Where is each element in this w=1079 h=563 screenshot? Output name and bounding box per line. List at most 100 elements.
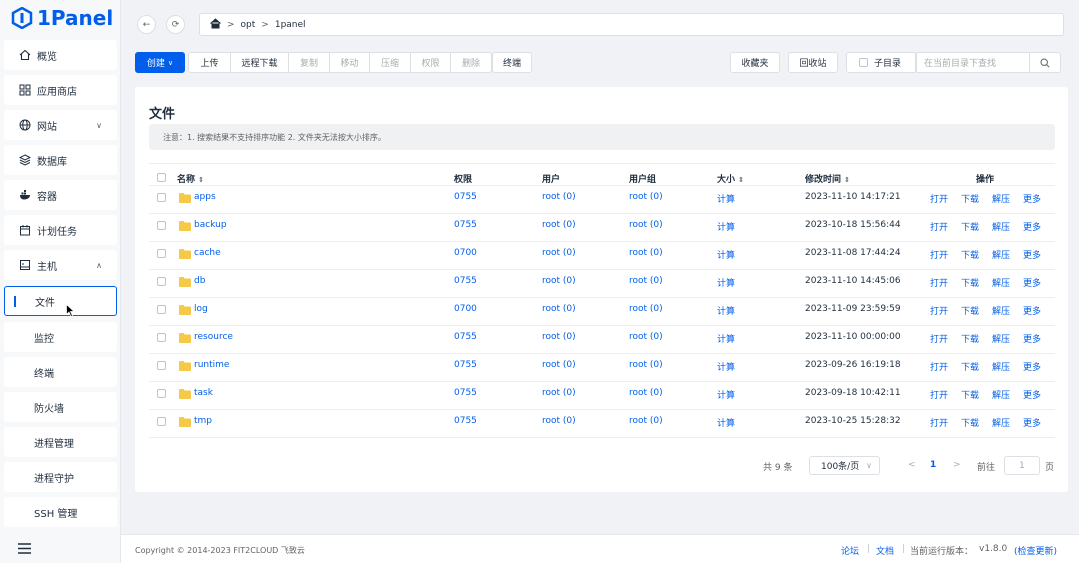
decompress-link[interactable]: 解压 xyxy=(992,388,1010,401)
decompress-link[interactable]: 解压 xyxy=(992,248,1010,261)
file-name-link[interactable]: resource xyxy=(194,332,233,342)
select-all-checkbox[interactable] xyxy=(157,173,166,182)
user-link[interactable]: root (0) xyxy=(542,304,576,314)
next-page-icon[interactable]: > xyxy=(953,460,961,470)
row-checkbox[interactable] xyxy=(157,305,166,314)
more-link[interactable]: 更多 xyxy=(1023,248,1041,261)
more-link[interactable]: 更多 xyxy=(1023,360,1041,373)
perm-link[interactable]: 0755 xyxy=(454,332,477,342)
open-link[interactable]: 打开 xyxy=(930,192,948,205)
decompress-link[interactable]: 解压 xyxy=(992,360,1010,373)
open-link[interactable]: 打开 xyxy=(930,220,948,233)
file-name-link[interactable]: backup xyxy=(194,220,227,230)
favorites-button[interactable]: 收藏夹 xyxy=(730,52,780,73)
delete-button[interactable]: 删除 xyxy=(451,53,491,72)
size-calc-link[interactable]: 计算 xyxy=(717,276,735,289)
size-calc-link[interactable]: 计算 xyxy=(717,220,735,233)
sidebar-item-database[interactable]: 数据库 xyxy=(4,145,117,175)
create-button[interactable]: 创建 ∨ xyxy=(135,52,185,73)
decompress-link[interactable]: 解压 xyxy=(992,416,1010,429)
user-link[interactable]: root (0) xyxy=(542,248,576,258)
file-name-link[interactable]: db xyxy=(194,276,205,286)
row-checkbox[interactable] xyxy=(157,389,166,398)
sidebar-item-website[interactable]: 网站 ∨ xyxy=(4,110,117,140)
sidebar-item-host[interactable]: 主机 ∧ xyxy=(4,250,117,280)
size-calc-link[interactable]: 计算 xyxy=(717,304,735,317)
perm-link[interactable]: 0755 xyxy=(454,220,477,230)
open-link[interactable]: 打开 xyxy=(930,276,948,289)
perm-link[interactable]: 0700 xyxy=(454,248,477,258)
path-segment[interactable]: 1panel xyxy=(275,20,306,30)
search-button[interactable] xyxy=(1029,52,1061,73)
user-link[interactable]: root (0) xyxy=(542,332,576,342)
path-segment[interactable]: opt xyxy=(241,20,256,30)
group-link[interactable]: root (0) xyxy=(629,360,663,370)
sidebar-subitem-supervisor[interactable]: 进程守护 xyxy=(4,462,117,492)
perm-link[interactable]: 0755 xyxy=(454,416,477,426)
group-link[interactable]: root (0) xyxy=(629,416,663,426)
refresh-button[interactable]: ⟳ xyxy=(166,15,185,34)
file-name-link[interactable]: task xyxy=(194,388,213,398)
sidebar-subitem-ssh[interactable]: SSH 管理 xyxy=(4,497,117,527)
search-input[interactable]: 在当前目录下查找 xyxy=(916,52,1029,73)
sidebar-subitem-process[interactable]: 进程管理 xyxy=(4,427,117,457)
more-link[interactable]: 更多 xyxy=(1023,192,1041,205)
open-link[interactable]: 打开 xyxy=(930,416,948,429)
col-header-mtime[interactable]: 修改时间 ⇕ xyxy=(805,172,850,185)
open-link[interactable]: 打开 xyxy=(930,304,948,317)
size-calc-link[interactable]: 计算 xyxy=(717,332,735,345)
forum-link[interactable]: 论坛 xyxy=(841,544,859,557)
terminal-button[interactable]: 终端 xyxy=(492,52,532,73)
size-calc-link[interactable]: 计算 xyxy=(717,360,735,373)
user-link[interactable]: root (0) xyxy=(542,388,576,398)
sidebar-item-overview[interactable]: 概览 xyxy=(4,40,117,70)
perm-link[interactable]: 0755 xyxy=(454,276,477,286)
group-link[interactable]: root (0) xyxy=(629,192,663,202)
download-link[interactable]: 下载 xyxy=(961,360,979,373)
path-breadcrumb[interactable]: > opt > 1panel xyxy=(199,13,1064,36)
compress-button[interactable]: 压缩 xyxy=(370,53,411,72)
back-button[interactable]: ← xyxy=(137,15,156,34)
user-link[interactable]: root (0) xyxy=(542,416,576,426)
more-link[interactable]: 更多 xyxy=(1023,220,1041,233)
move-button[interactable]: 移动 xyxy=(330,53,370,72)
download-link[interactable]: 下载 xyxy=(961,416,979,429)
file-name-link[interactable]: runtime xyxy=(194,360,229,370)
row-checkbox[interactable] xyxy=(157,249,166,258)
user-link[interactable]: root (0) xyxy=(542,192,576,202)
decompress-link[interactable]: 解压 xyxy=(992,304,1010,317)
sidebar-subitem-firewall[interactable]: 防火墙 xyxy=(4,392,117,422)
col-header-size[interactable]: 大小 ⇕ xyxy=(717,172,744,185)
row-checkbox[interactable] xyxy=(157,193,166,202)
file-name-link[interactable]: log xyxy=(194,304,208,314)
user-link[interactable]: root (0) xyxy=(542,276,576,286)
group-link[interactable]: root (0) xyxy=(629,220,663,230)
open-link[interactable]: 打开 xyxy=(930,332,948,345)
decompress-link[interactable]: 解压 xyxy=(992,276,1010,289)
group-link[interactable]: root (0) xyxy=(629,248,663,258)
col-header-name[interactable]: 名称 ⇕ xyxy=(177,172,204,185)
download-link[interactable]: 下载 xyxy=(961,304,979,317)
sidebar-subitem-terminal[interactable]: 终端 xyxy=(4,357,117,387)
user-link[interactable]: root (0) xyxy=(542,220,576,230)
subdir-checkbox[interactable]: 子目录 xyxy=(846,52,916,73)
open-link[interactable]: 打开 xyxy=(930,248,948,261)
permission-button[interactable]: 权限 xyxy=(411,53,451,72)
home-icon[interactable] xyxy=(210,17,221,32)
row-checkbox[interactable] xyxy=(157,333,166,342)
row-checkbox[interactable] xyxy=(157,361,166,370)
more-link[interactable]: 更多 xyxy=(1023,276,1041,289)
decompress-link[interactable]: 解压 xyxy=(992,332,1010,345)
group-link[interactable]: root (0) xyxy=(629,332,663,342)
user-link[interactable]: root (0) xyxy=(542,360,576,370)
more-link[interactable]: 更多 xyxy=(1023,332,1041,345)
file-name-link[interactable]: cache xyxy=(194,248,221,258)
perm-link[interactable]: 0755 xyxy=(454,360,477,370)
download-link[interactable]: 下载 xyxy=(961,332,979,345)
upload-button[interactable]: 上传 xyxy=(189,53,231,72)
group-link[interactable]: root (0) xyxy=(629,304,663,314)
remote-download-button[interactable]: 远程下载 xyxy=(231,53,289,72)
size-calc-link[interactable]: 计算 xyxy=(717,388,735,401)
row-checkbox[interactable] xyxy=(157,221,166,230)
download-link[interactable]: 下载 xyxy=(961,276,979,289)
